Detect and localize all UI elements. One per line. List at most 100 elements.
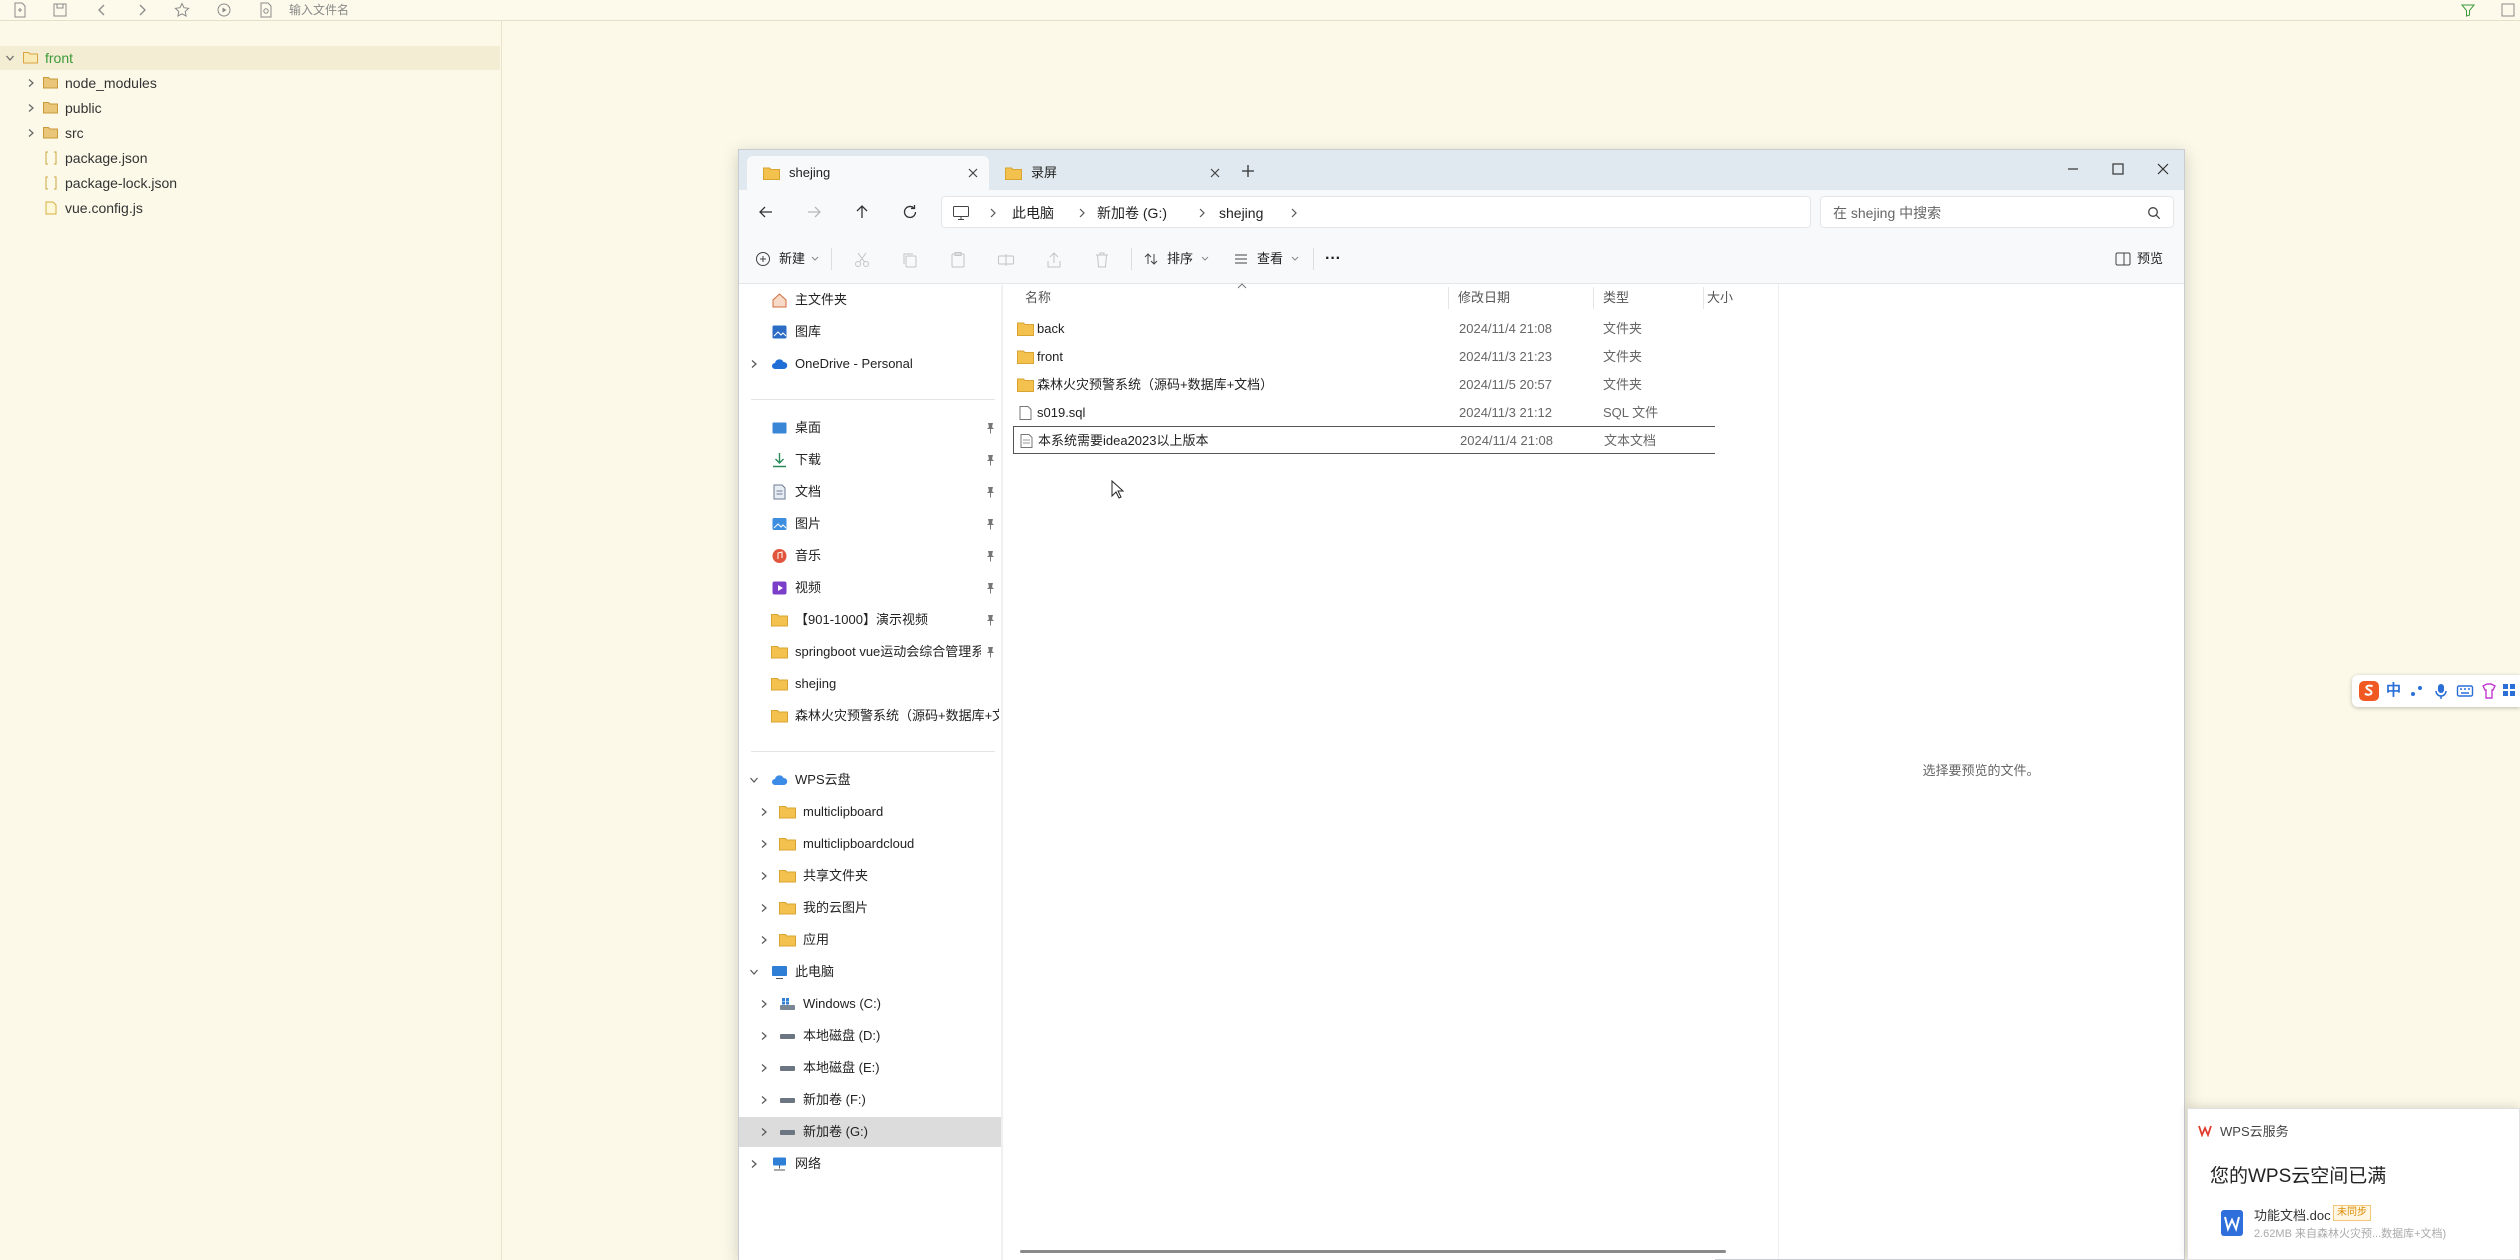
sort-button[interactable]: 排序 xyxy=(1143,248,1213,270)
horizontal-scrollbar[interactable] xyxy=(1020,1250,1726,1253)
copy-icon[interactable] xyxy=(901,251,919,269)
ide-tree-item-node-modules[interactable]: node_modules xyxy=(0,71,500,95)
sogou-logo-icon[interactable] xyxy=(2358,681,2380,701)
nav-item-apps[interactable]: 应用 xyxy=(739,925,1003,955)
chevron-right-icon[interactable] xyxy=(759,999,769,1009)
forward-arrow-icon[interactable] xyxy=(803,201,825,223)
forward-arrow-icon[interactable] xyxy=(134,2,150,18)
ime-mode-toggle[interactable]: 中 xyxy=(2386,682,2401,700)
chevron-right-icon[interactable] xyxy=(759,1063,769,1073)
chevron-right-icon[interactable] xyxy=(759,871,769,881)
file-row-selected[interactable]: 本系统需要idea2023以上版本 2024/11/4 21:08 文本文档 0 xyxy=(1013,426,1715,454)
file-row[interactable]: front 2024/11/3 21:23 文件夹 xyxy=(1013,343,1715,371)
delete-icon[interactable] xyxy=(1093,251,1111,269)
chevron-right-icon[interactable] xyxy=(26,78,36,88)
nav-item-demo-videos[interactable]: 【901-1000】演示视频 xyxy=(739,605,1003,635)
refresh-icon[interactable] xyxy=(899,201,921,223)
pin-icon[interactable] xyxy=(985,486,996,498)
file-row[interactable]: back 2024/11/4 21:08 文件夹 xyxy=(1013,315,1715,343)
new-tab-plus-icon[interactable] xyxy=(1239,162,1257,180)
nav-item-shared-folder[interactable]: 共享文件夹 xyxy=(739,861,1003,891)
new-file-icon[interactable] xyxy=(12,2,28,18)
keyboard-icon[interactable] xyxy=(2456,682,2474,700)
view-button[interactable]: 查看 xyxy=(1233,248,1303,270)
new-button[interactable]: 新建 xyxy=(755,248,821,270)
nav-item-forest-fire[interactable]: 森林火灾预警系统（源码+数据库+文档） xyxy=(739,701,1003,731)
wps-notification[interactable]: WPS云服务 您的WPS云空间已满 功能文档.doc 未同步 2.62MB 来自… xyxy=(2187,1108,2520,1260)
back-arrow-icon[interactable] xyxy=(94,2,110,18)
cut-icon[interactable] xyxy=(853,251,871,269)
search-input[interactable]: 在 shejing 中搜索 xyxy=(1820,196,2174,228)
file-row[interactable]: s019.sql 2024/11/3 21:12 SQL 文件 210 xyxy=(1013,399,1715,427)
chevron-right-icon[interactable] xyxy=(759,903,769,913)
close-icon[interactable] xyxy=(967,167,979,179)
chevron-down-icon[interactable] xyxy=(5,53,15,63)
nav-item-documents[interactable]: 文档 xyxy=(739,477,1003,507)
pin-icon[interactable] xyxy=(985,646,996,658)
nav-item-wps-cloud[interactable]: WPS云盘 xyxy=(739,765,1003,795)
ide-tree-item-front[interactable]: front xyxy=(0,46,500,70)
nav-item-gallery[interactable]: 图库 xyxy=(739,317,1003,347)
breadcrumb-drive-g[interactable]: 新加卷 (G:) xyxy=(1097,197,1167,229)
chevron-right-icon[interactable] xyxy=(749,1159,759,1169)
share-icon[interactable] xyxy=(1045,251,1063,269)
ide-tree-item-package-json[interactable]: package.json xyxy=(0,146,500,170)
nav-item-videos[interactable]: 视频 xyxy=(739,573,1003,603)
pin-icon[interactable] xyxy=(985,550,996,562)
ide-tree-item-vue-config-js[interactable]: vue.config.js xyxy=(0,196,500,220)
more-options-button[interactable]: ··· xyxy=(1325,248,1341,270)
up-arrow-icon[interactable] xyxy=(851,201,873,223)
file-row[interactable]: 森林火灾预警系统（源码+数据库+文档） 2024/11/5 20:57 文件夹 xyxy=(1013,371,1715,399)
nav-item-home[interactable]: 主文件夹 xyxy=(739,285,1003,315)
punctuation-icon[interactable] xyxy=(2408,682,2426,700)
pin-icon[interactable] xyxy=(985,614,996,626)
chevron-down-icon[interactable] xyxy=(749,967,759,977)
address-bar[interactable]: 此电脑 新加卷 (G:) shejing xyxy=(941,196,1811,228)
tab-recording[interactable]: 录屏 xyxy=(989,156,1231,190)
chevron-right-icon[interactable] xyxy=(26,128,36,138)
find-file-icon[interactable] xyxy=(258,2,274,18)
nav-item-this-pc[interactable]: 此电脑 xyxy=(739,957,1003,987)
nav-item-network[interactable]: 网络 xyxy=(739,1149,1003,1179)
chevron-right-icon[interactable] xyxy=(759,1095,769,1105)
close-window-icon[interactable] xyxy=(2152,158,2174,180)
maximize-icon[interactable] xyxy=(2107,158,2129,180)
close-icon[interactable] xyxy=(1209,167,1221,179)
panel-icon[interactable] xyxy=(2500,2,2516,18)
run-icon[interactable] xyxy=(216,2,232,18)
ide-tree-item-package-lock-json[interactable]: package-lock.json xyxy=(0,171,500,195)
nav-item-drive-e[interactable]: 本地磁盘 (E:) xyxy=(739,1053,1003,1083)
ide-tree-item-public[interactable]: public xyxy=(0,96,500,120)
microphone-icon[interactable] xyxy=(2432,682,2450,700)
tab-shejing[interactable]: shejing xyxy=(747,156,989,190)
ide-file-search-input[interactable]: 输入文件名 xyxy=(289,2,349,18)
nav-item-drive-d[interactable]: 本地磁盘 (D:) xyxy=(739,1021,1003,1051)
chevron-right-icon[interactable] xyxy=(759,935,769,945)
toolbox-icon[interactable] xyxy=(2502,682,2516,700)
nav-item-springboot[interactable]: springboot vue运动会综合管理系统 xyxy=(739,637,1003,667)
nav-item-desktop[interactable]: 桌面 xyxy=(739,413,1003,443)
filter-icon[interactable] xyxy=(2460,2,2476,18)
nav-item-onedrive[interactable]: OneDrive - Personal xyxy=(739,349,1003,379)
breadcrumb-this-pc[interactable]: 此电脑 xyxy=(1012,197,1054,229)
ide-tree-item-src[interactable]: src xyxy=(0,121,500,145)
pin-icon[interactable] xyxy=(985,422,996,434)
nav-item-drive-g[interactable]: 新加卷 (G:) xyxy=(739,1117,1003,1147)
pin-icon[interactable] xyxy=(985,518,996,530)
breadcrumb-shejing[interactable]: shejing xyxy=(1219,197,1263,229)
chevron-right-icon[interactable] xyxy=(759,807,769,817)
chevron-right-icon[interactable] xyxy=(26,103,36,113)
search-icon[interactable] xyxy=(2147,206,2161,220)
preview-button[interactable]: 预览 xyxy=(2115,248,2175,270)
nav-item-cloud-pictures[interactable]: 我的云图片 xyxy=(739,893,1003,923)
nav-item-shejing[interactable]: shejing xyxy=(739,669,1003,699)
save-icon[interactable] xyxy=(52,2,68,18)
chevron-right-icon[interactable] xyxy=(759,1031,769,1041)
chevron-right-icon[interactable] xyxy=(759,839,769,849)
nav-item-downloads[interactable]: 下载 xyxy=(739,445,1003,475)
pin-icon[interactable] xyxy=(985,454,996,466)
nav-item-multiclipboardcloud[interactable]: multiclipboardcloud xyxy=(739,829,1003,859)
rename-icon[interactable] xyxy=(997,251,1015,269)
back-arrow-icon[interactable] xyxy=(755,201,777,223)
star-icon[interactable] xyxy=(174,2,190,18)
